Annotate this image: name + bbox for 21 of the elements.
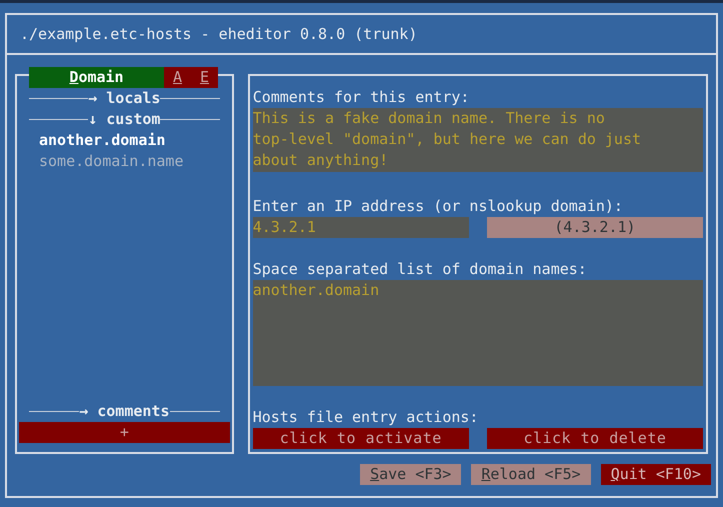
domain-list-item[interactable]: another.domain xyxy=(19,130,230,151)
domain-list-item[interactable]: some.domain.name xyxy=(19,151,230,172)
action-button[interactable]: click to activate xyxy=(252,428,469,449)
domains-field[interactable]: another.domain xyxy=(252,280,703,386)
field-label: Hosts file entry actions: xyxy=(252,407,480,428)
tab[interactable]: A xyxy=(164,67,191,88)
action-button[interactable]: click to delete xyxy=(486,428,703,449)
field-label: Comments for this entry: xyxy=(252,87,470,108)
tab[interactable]: E xyxy=(191,67,218,88)
tab[interactable]: Domain xyxy=(29,67,164,88)
window-title: ./example.etc-hosts - eheditor 0.8.0 (trunk) xyxy=(20,24,418,44)
lookup-result: (4.3.2.1) xyxy=(486,217,703,238)
comments-field[interactable]: This is a fake domain name. There is no top-level "domain", but here we can do just about anything! xyxy=(252,108,703,172)
group-header[interactable]: → comments xyxy=(79,401,170,422)
field-label: Enter an IP address (or nslookup domain): xyxy=(252,196,624,217)
ip-input-field[interactable]: 4.3.2.1 xyxy=(252,217,469,238)
group-header[interactable]: → locals xyxy=(88,88,160,109)
footer-button[interactable]: Quit <F10> xyxy=(600,464,711,485)
group-header[interactable]: ↓ custom xyxy=(88,109,160,130)
add-button[interactable]: + xyxy=(19,422,230,443)
field-label: Space separated list of domain names: xyxy=(252,259,588,280)
